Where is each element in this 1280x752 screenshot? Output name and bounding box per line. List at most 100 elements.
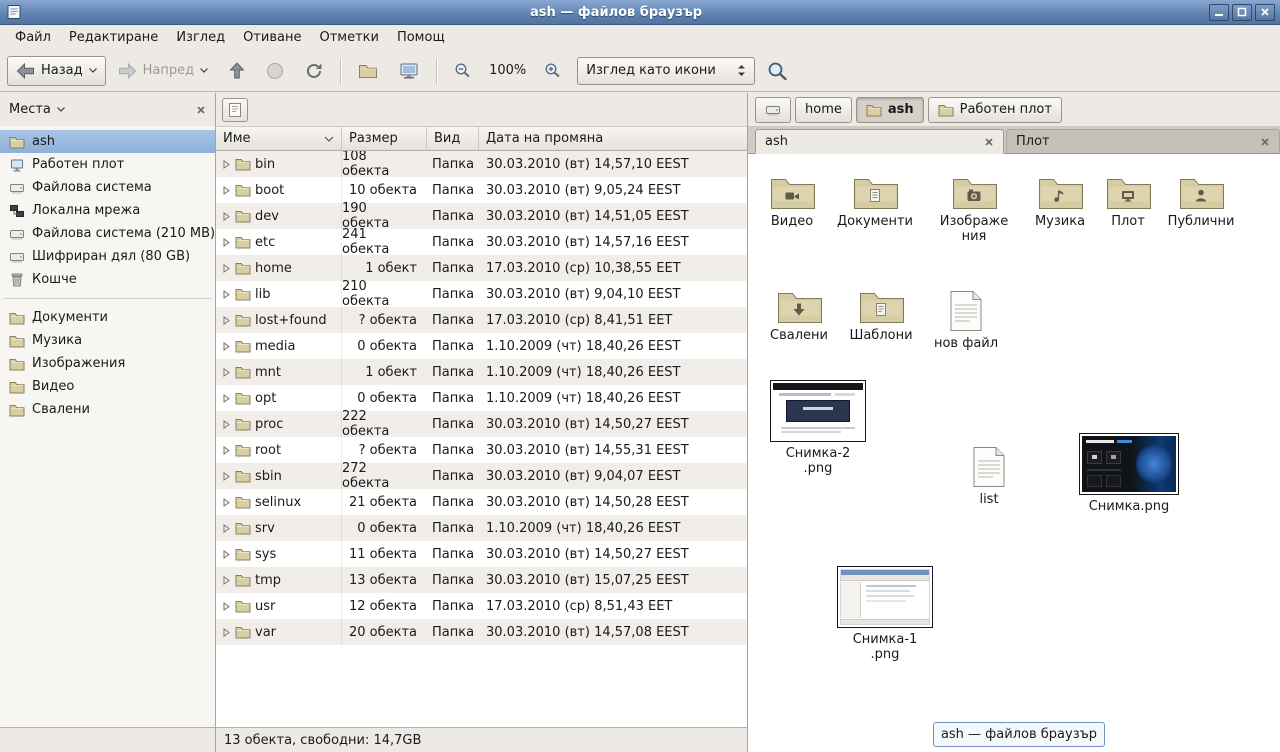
expander-icon[interactable] — [222, 212, 231, 221]
file-row-mnt[interactable]: mnt1 обектПапка1.10.2009 (чт) 18,40,26 E… — [216, 359, 747, 385]
search-button[interactable] — [758, 56, 796, 86]
expander-icon[interactable] — [222, 368, 231, 377]
file-row-media[interactable]: media0 обектаПапка1.10.2009 (чт) 18,40,2… — [216, 333, 747, 359]
expander-icon[interactable] — [222, 576, 231, 585]
expander-icon[interactable] — [222, 498, 231, 507]
sidebar-close-icon[interactable] — [196, 105, 206, 115]
expander-icon[interactable] — [222, 420, 231, 429]
forward-button[interactable]: Напред — [109, 56, 217, 86]
file-row-sys[interactable]: sys11 обектаПапка30.03.2010 (вт) 14,50,2… — [216, 541, 747, 567]
zoom-out-button[interactable] — [445, 56, 480, 86]
stop-button[interactable] — [257, 56, 293, 86]
expander-icon[interactable] — [222, 472, 231, 481]
file-row-var[interactable]: var20 обектаПапка30.03.2010 (вт) 14,57,0… — [216, 619, 747, 645]
file-row-bin[interactable]: bin108 обектаПапка30.03.2010 (вт) 14,57,… — [216, 151, 747, 177]
file-row-home[interactable]: home1 обектПапка17.03.2010 (ср) 10,38,55… — [216, 255, 747, 281]
column-header-type[interactable]: Вид — [427, 127, 479, 150]
icon-item-documents[interactable]: Документи — [834, 174, 916, 230]
expander-icon[interactable] — [222, 186, 231, 195]
column-header-size[interactable]: Размер — [342, 127, 427, 150]
sidebar-item-documents[interactable]: Документи — [0, 306, 215, 329]
breadcrumb-home[interactable]: home — [795, 97, 852, 123]
menu-help[interactable]: Помощ — [388, 27, 454, 48]
icon-item-templates[interactable]: Шаблони — [845, 288, 917, 344]
file-row-root[interactable]: root? обектаПапка30.03.2010 (вт) 14,55,3… — [216, 437, 747, 463]
icon-item-music[interactable]: Музика — [1028, 174, 1092, 230]
chevron-down-icon[interactable] — [57, 107, 65, 112]
sidebar-item-music[interactable]: Музика — [0, 329, 215, 352]
expander-icon[interactable] — [222, 342, 231, 351]
icon-item-new-file[interactable]: нов файл — [933, 290, 999, 352]
icon-item-downloads[interactable]: Свалени — [763, 288, 835, 344]
icon-item-pictures[interactable]: Изображения — [934, 174, 1014, 245]
file-row-lib[interactable]: lib210 обектаПапка30.03.2010 (вт) 9,04,1… — [216, 281, 747, 307]
breadcrumb-root[interactable] — [755, 97, 791, 123]
file-row-boot[interactable]: boot10 обектаПапка30.03.2010 (вт) 9,05,2… — [216, 177, 747, 203]
window-close-button[interactable] — [1255, 4, 1275, 21]
tab-close-icon[interactable] — [1260, 137, 1270, 147]
sidebar-item-downloads[interactable]: Свалени — [0, 398, 215, 421]
sidebar-item-local-network[interactable]: Локална мрежа — [0, 199, 215, 222]
view-mode-dropdown[interactable]: Изглед като икони — [577, 57, 755, 85]
expander-icon[interactable] — [222, 446, 231, 455]
sidebar-item-desktop[interactable]: Работен плот — [0, 153, 215, 176]
zoom-in-button[interactable] — [535, 56, 570, 86]
file-row-dev[interactable]: dev190 обектаПапка30.03.2010 (вт) 14,51,… — [216, 203, 747, 229]
file-row-lost+found[interactable]: lost+found? обектаПапка17.03.2010 (ср) 8… — [216, 307, 747, 333]
sidebar-item-trash[interactable]: Кошче — [0, 268, 215, 291]
chevron-down-icon[interactable] — [89, 68, 97, 73]
reload-button[interactable] — [296, 56, 332, 86]
sidebar-item-encrypted-80gb[interactable]: Шифриран дял (80 GB) — [0, 245, 215, 268]
file-row-sbin[interactable]: sbin272 обектаПапка30.03.2010 (вт) 9,04,… — [216, 463, 747, 489]
expander-icon[interactable] — [222, 628, 231, 637]
icon-item-snimka-1-png[interactable]: Снимка-1.png — [836, 566, 934, 663]
file-row-tmp[interactable]: tmp13 обектаПапка30.03.2010 (вт) 15,07,2… — [216, 567, 747, 593]
menu-view[interactable]: Изглед — [167, 27, 234, 48]
home-button[interactable] — [349, 56, 387, 86]
file-row-usr[interactable]: usr12 обектаПапка17.03.2010 (ср) 8,51,43… — [216, 593, 747, 619]
menu-edit[interactable]: Редактиране — [60, 27, 167, 48]
breadcrumb-desktop[interactable]: Работен плот — [928, 97, 1062, 123]
expander-icon[interactable] — [222, 316, 231, 325]
icon-item-list[interactable]: list — [964, 446, 1014, 508]
sidebar-item-filesystem-210mb[interactable]: Файлова система (210 MB) — [0, 222, 215, 245]
sidebar-item-ash[interactable]: ash — [0, 130, 215, 153]
file-row-opt[interactable]: opt0 обектаПапка1.10.2009 (чт) 18,40,26 … — [216, 385, 747, 411]
back-button[interactable]: Назад — [7, 56, 106, 86]
window-maximize-button[interactable] — [1232, 4, 1252, 21]
expander-icon[interactable] — [222, 290, 231, 299]
expander-icon[interactable] — [222, 602, 231, 611]
tab-plot[interactable]: Плот — [1006, 129, 1280, 153]
column-header-name[interactable]: Име — [216, 127, 342, 150]
tab-close-icon[interactable] — [984, 137, 994, 147]
up-button[interactable] — [220, 56, 254, 86]
expander-icon[interactable] — [222, 238, 231, 247]
menu-bookmarks[interactable]: Отметки — [310, 27, 387, 48]
icon-item-desktop[interactable]: Плот — [1100, 174, 1156, 230]
icon-item-snimka-png[interactable]: Снимка.png — [1079, 433, 1179, 515]
expander-icon[interactable] — [222, 524, 231, 533]
menu-go[interactable]: Отиване — [234, 27, 310, 48]
icon-item-public[interactable]: Публични — [1165, 174, 1237, 230]
expander-icon[interactable] — [222, 264, 231, 273]
sidebar-title[interactable]: Места — [9, 102, 51, 117]
expander-icon[interactable] — [222, 394, 231, 403]
file-row-proc[interactable]: proc222 обектаПапка30.03.2010 (вт) 14,50… — [216, 411, 747, 437]
column-header-modified[interactable]: Дата на промяна — [479, 127, 747, 150]
breadcrumb-ash[interactable]: ash — [856, 97, 924, 123]
icon-item-video[interactable]: Видео — [760, 174, 824, 230]
icon-item-snimka-2-png[interactable]: Снимка-2.png — [769, 380, 867, 477]
tab-ash[interactable]: ash — [755, 129, 1004, 154]
sidebar-item-video[interactable]: Видео — [0, 375, 215, 398]
window-minimize-button[interactable] — [1209, 4, 1229, 21]
file-row-etc[interactable]: etc241 обектаПапка30.03.2010 (вт) 14,57,… — [216, 229, 747, 255]
file-row-selinux[interactable]: selinux21 обектаПапка30.03.2010 (вт) 14,… — [216, 489, 747, 515]
sidebar-item-filesystem[interactable]: Файлова система — [0, 176, 215, 199]
expander-icon[interactable] — [222, 550, 231, 559]
expander-icon[interactable] — [222, 160, 231, 169]
file-row-srv[interactable]: srv0 обектаПапка1.10.2009 (чт) 18,40,26 … — [216, 515, 747, 541]
computer-button[interactable] — [390, 56, 428, 86]
menu-file[interactable]: Файл — [6, 27, 60, 48]
sidebar-item-pictures[interactable]: Изображения — [0, 352, 215, 375]
location-toggle-button[interactable] — [222, 98, 248, 122]
